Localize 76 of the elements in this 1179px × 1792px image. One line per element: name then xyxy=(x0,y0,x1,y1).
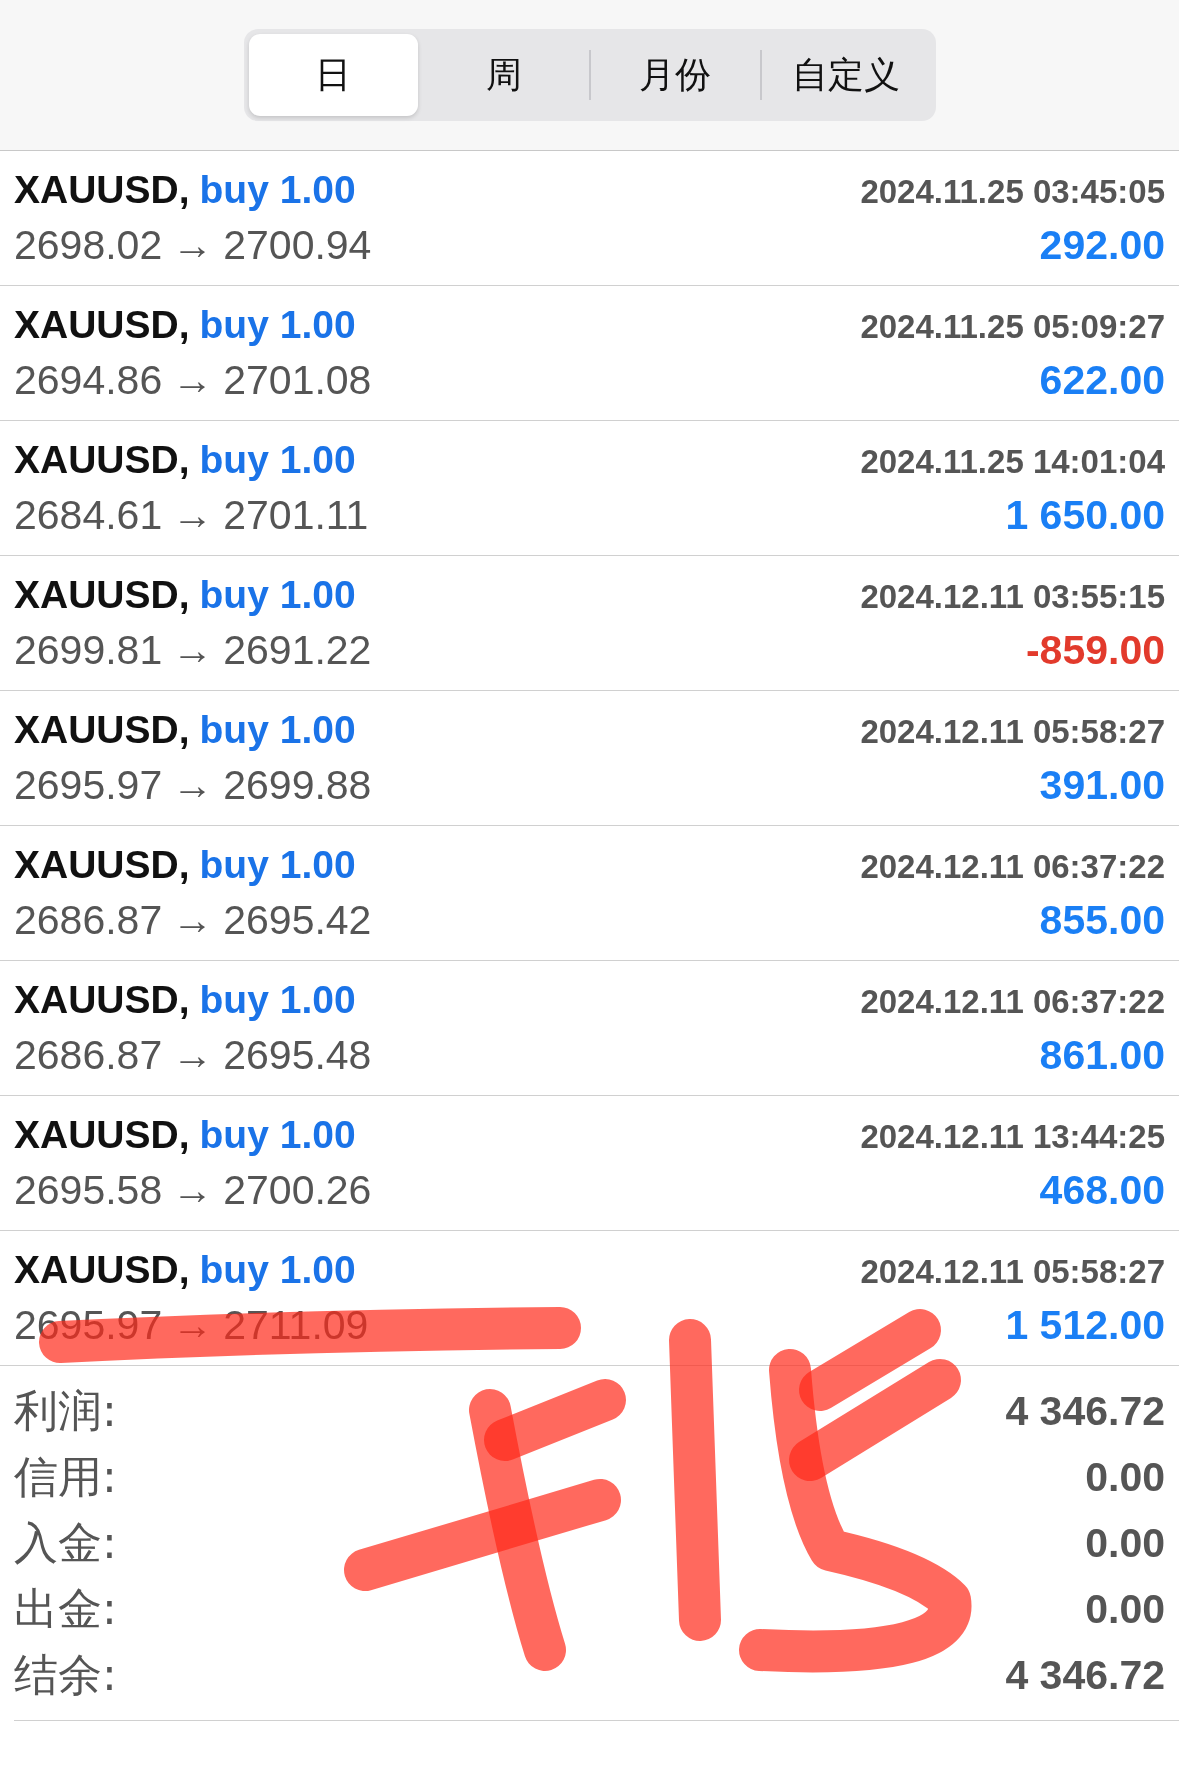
symbol-text: XAUUSD, xyxy=(14,572,190,617)
open-price: 2695.58 xyxy=(14,1166,163,1214)
profit-value: -859.00 xyxy=(1025,626,1165,674)
open-price: 2694.86 xyxy=(14,356,163,404)
summary-value: 0.00 xyxy=(1085,1585,1165,1633)
profit-value: 468.00 xyxy=(1039,1166,1165,1214)
close-price: 2691.22 xyxy=(223,626,372,674)
profit-value: 292.00 xyxy=(1039,221,1165,269)
summary-value: 0.00 xyxy=(1085,1453,1165,1501)
deal-side-text: buy 1.00 xyxy=(199,302,356,347)
deal-time: 2024.11.25 03:45:05 xyxy=(860,172,1165,211)
deal-side-text: buy 1.00 xyxy=(199,167,356,212)
summary-value: 4 346.72 xyxy=(1005,1651,1165,1699)
period-tab[interactable]: 周 xyxy=(419,34,589,116)
arrow-text: → xyxy=(172,1166,214,1214)
close-price: 2701.11 xyxy=(223,491,369,539)
arrow-text: → xyxy=(172,356,214,404)
profit-value: 622.00 xyxy=(1039,356,1165,404)
arrow-text: → xyxy=(172,491,214,539)
summary-label: 出金: xyxy=(14,1581,117,1636)
summary-value: 4 346.72 xyxy=(1005,1387,1165,1435)
summary-label: 利润: xyxy=(14,1383,117,1438)
deal-time: 2024.11.25 05:09:27 xyxy=(860,307,1165,346)
deal-time: 2024.12.11 13:44:25 xyxy=(860,1117,1165,1156)
symbol-text: XAUUSD, xyxy=(14,302,190,347)
profit-value: 855.00 xyxy=(1039,896,1165,944)
close-price: 2701.08 xyxy=(223,356,372,404)
close-price: 2695.42 xyxy=(223,896,372,944)
deal-time: 2024.12.11 03:55:15 xyxy=(860,577,1165,616)
close-price: 2699.88 xyxy=(223,761,372,809)
symbol-text: XAUUSD, xyxy=(14,977,190,1022)
period-tab[interactable]: 自定义 xyxy=(761,34,931,116)
profit-value: 1 650.00 xyxy=(1005,491,1165,539)
summary-label: 结余: xyxy=(14,1647,117,1702)
deal-side-text: buy 1.00 xyxy=(199,1112,356,1157)
open-price: 2684.61 xyxy=(14,491,163,539)
deal-side-text: buy 1.00 xyxy=(199,842,356,887)
profit-value: 391.00 xyxy=(1039,761,1165,809)
summary-value: 0.00 xyxy=(1085,1519,1165,1567)
arrow-text: → xyxy=(172,221,214,269)
deal-time: 2024.12.11 06:37:22 xyxy=(860,847,1165,886)
symbol-text: XAUUSD, xyxy=(14,842,190,887)
arrow-text: → xyxy=(172,626,214,674)
deal-side-text: buy 1.00 xyxy=(199,977,356,1022)
period-tab[interactable]: 月份 xyxy=(590,34,760,116)
open-price: 2686.87 xyxy=(14,1031,163,1079)
deal-side-text: buy 1.00 xyxy=(199,707,356,752)
period-tab[interactable]: 日 xyxy=(248,34,418,116)
summary-label: 信用: xyxy=(14,1449,117,1504)
close-price: 2700.94 xyxy=(223,221,372,269)
close-price: 2700.26 xyxy=(223,1166,372,1214)
deal-side-text: buy 1.00 xyxy=(199,572,356,617)
open-price: 2699.81 xyxy=(14,626,163,674)
deal-time: 2024.12.11 05:58:27 xyxy=(860,1252,1165,1291)
profit-value: 861.00 xyxy=(1039,1031,1165,1079)
arrow-text: → xyxy=(172,1031,214,1079)
open-price: 2695.97 xyxy=(14,761,163,809)
close-price: 2711.09 xyxy=(223,1301,369,1349)
symbol-text: XAUUSD, xyxy=(14,1112,190,1157)
symbol-text: XAUUSD, xyxy=(14,437,190,482)
deal-time: 2024.11.25 14:01:04 xyxy=(860,442,1165,481)
arrow-text: → xyxy=(172,1301,214,1349)
deal-time: 2024.12.11 06:37:22 xyxy=(860,982,1165,1021)
deal-side-text: buy 1.00 xyxy=(199,437,356,482)
close-price: 2695.48 xyxy=(223,1031,372,1079)
arrow-text: → xyxy=(172,896,214,944)
summary-label: 入金: xyxy=(14,1515,117,1570)
symbol-text: XAUUSD, xyxy=(14,167,190,212)
open-price: 2686.87 xyxy=(14,896,163,944)
deal-side-text: buy 1.00 xyxy=(199,1247,356,1292)
profit-value: 1 512.00 xyxy=(1005,1301,1165,1349)
symbol-text: XAUUSD, xyxy=(14,1247,190,1292)
arrow-text: → xyxy=(172,761,214,809)
open-price: 2698.02 xyxy=(14,221,163,269)
symbol-text: XAUUSD, xyxy=(14,707,190,752)
deal-time: 2024.12.11 05:58:27 xyxy=(860,712,1165,751)
